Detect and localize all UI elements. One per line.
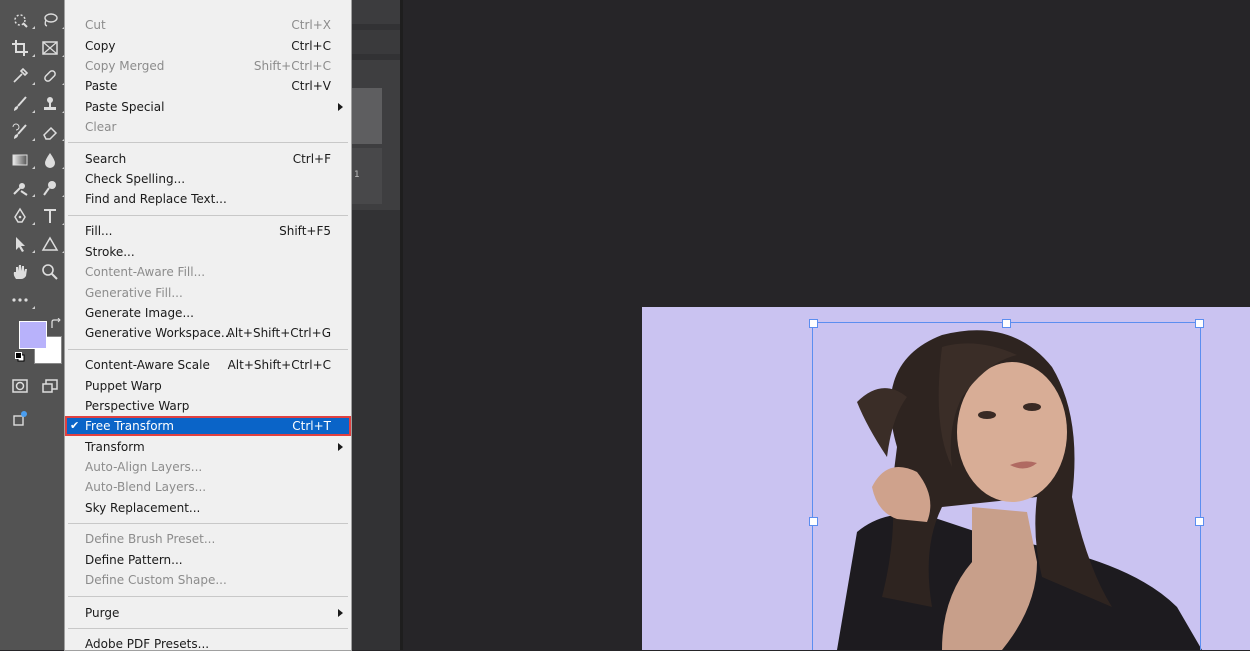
menu-item-copy-merged: Copy Merged Shift+Ctrl+C: [85, 59, 331, 73]
menu-item-generative-fill: Generative Fill...: [85, 286, 183, 300]
dodge-icon[interactable]: [8, 176, 35, 200]
quick-mask-icon[interactable]: [8, 374, 32, 398]
menu-item-define-brush-preset: Define Brush Preset...: [85, 532, 216, 546]
menu-item-search[interactable]: Search Ctrl+F: [65, 149, 351, 169]
transform-handle-right[interactable]: [1195, 517, 1204, 526]
transform-bounding-box[interactable]: [809, 319, 1204, 650]
menu-item-define-custom-shape: Define Custom Shape...: [85, 573, 227, 587]
lasso-icon[interactable]: [38, 8, 65, 32]
menu-item-stroke[interactable]: Stroke...: [65, 242, 351, 262]
menu-item-purge[interactable]: Purge: [65, 603, 351, 623]
edit-toolbar-icon[interactable]: [8, 406, 32, 430]
submenu-arrow-icon: [338, 443, 343, 451]
panel-tab[interactable]: [350, 30, 400, 54]
crop-icon[interactable]: [8, 36, 35, 60]
transform-handle-top-left[interactable]: [809, 319, 818, 328]
menu-separator: [68, 596, 348, 597]
gradient-icon[interactable]: [8, 148, 35, 172]
menu-item-copy[interactable]: Copy Ctrl+C: [65, 36, 351, 56]
menu-separator: [68, 523, 348, 524]
menu-item-content-aware-scale[interactable]: Content-Aware Scale Alt+Shift+Ctrl+C: [65, 355, 351, 375]
menu-item-free-transform[interactable]: ✔ Free Transform Ctrl+T: [65, 416, 351, 436]
layer-number: 1: [354, 170, 360, 180]
swap-colors-icon[interactable]: [50, 318, 62, 330]
menu-item-find-replace[interactable]: Find and Replace Text...: [65, 189, 351, 209]
menu-item-check-spelling[interactable]: Check Spelling...: [65, 169, 351, 189]
eraser-icon[interactable]: [38, 120, 65, 144]
menu-separator: [68, 142, 348, 143]
frame-icon[interactable]: [38, 36, 65, 60]
transform-handle-top[interactable]: [1002, 319, 1011, 328]
more-tools-icon[interactable]: [8, 288, 35, 312]
menu-item-auto-blend-layers: Auto-Blend Layers...: [85, 480, 207, 494]
transform-handle-top-right[interactable]: [1195, 319, 1204, 328]
shape-icon[interactable]: [38, 232, 65, 256]
panel-tab[interactable]: [350, 0, 400, 24]
menu-item-paste[interactable]: Paste Ctrl+V: [65, 76, 351, 96]
foreground-color-swatch[interactable]: [19, 321, 47, 349]
hand-icon[interactable]: [8, 260, 32, 284]
quick-selection-icon[interactable]: [8, 8, 35, 32]
tools-panel: [0, 0, 65, 650]
menu-item-adobe-pdf-presets[interactable]: Adobe PDF Presets...: [65, 634, 351, 650]
menu-separator: [68, 349, 348, 350]
document-canvas[interactable]: [642, 307, 1250, 650]
layer-thumbnail[interactable]: [350, 88, 382, 144]
menu-separator: [68, 215, 348, 216]
menu-item-fill[interactable]: Fill... Shift+F5: [65, 221, 351, 241]
menu-separator: [68, 628, 348, 629]
menu-item-clear: Clear: [85, 120, 117, 134]
edit-menu: Cut Ctrl+X Copy Ctrl+C Copy Merged Shift+Ct…: [64, 0, 352, 651]
type-icon[interactable]: [38, 204, 65, 228]
checkmark-icon: ✔: [70, 419, 80, 432]
menu-item-paste-special[interactable]: Paste Special: [65, 97, 351, 117]
healing-brush-icon[interactable]: [38, 64, 65, 88]
eyedropper-icon[interactable]: [8, 64, 35, 88]
burn-icon[interactable]: [38, 176, 65, 200]
menu-item-generate-image[interactable]: Generate Image...: [65, 303, 351, 323]
panel-divider: [400, 0, 403, 650]
menu-item-cut: Cut Ctrl+X: [85, 18, 331, 32]
transform-handle-left[interactable]: [809, 517, 818, 526]
submenu-arrow-icon: [338, 609, 343, 617]
clone-stamp-icon[interactable]: [38, 92, 65, 116]
menu-item-define-pattern[interactable]: Define Pattern...: [65, 550, 351, 570]
menu-item-generative-workspace[interactable]: Generative Workspace... Alt+Shift+Ctrl+G: [65, 323, 351, 343]
zoom-icon[interactable]: [38, 260, 62, 284]
screen-mode-icon[interactable]: [38, 374, 62, 398]
menu-item-content-aware-fill: Content-Aware Fill...: [85, 265, 206, 279]
submenu-arrow-icon: [338, 103, 343, 111]
menu-item-auto-align-layers: Auto-Align Layers...: [85, 460, 203, 474]
brush-icon[interactable]: [8, 92, 35, 116]
pen-icon[interactable]: [8, 204, 35, 228]
menu-item-puppet-warp[interactable]: Puppet Warp: [65, 376, 351, 396]
menu-item-transform[interactable]: Transform: [65, 437, 351, 457]
history-brush-icon[interactable]: [8, 120, 35, 144]
default-colors-icon[interactable]: [15, 352, 25, 362]
path-selection-icon[interactable]: [8, 232, 35, 256]
menu-item-sky-replacement[interactable]: Sky Replacement...: [65, 498, 351, 518]
blur-icon[interactable]: [38, 148, 65, 172]
menu-item-perspective-warp[interactable]: Perspective Warp: [65, 396, 351, 416]
